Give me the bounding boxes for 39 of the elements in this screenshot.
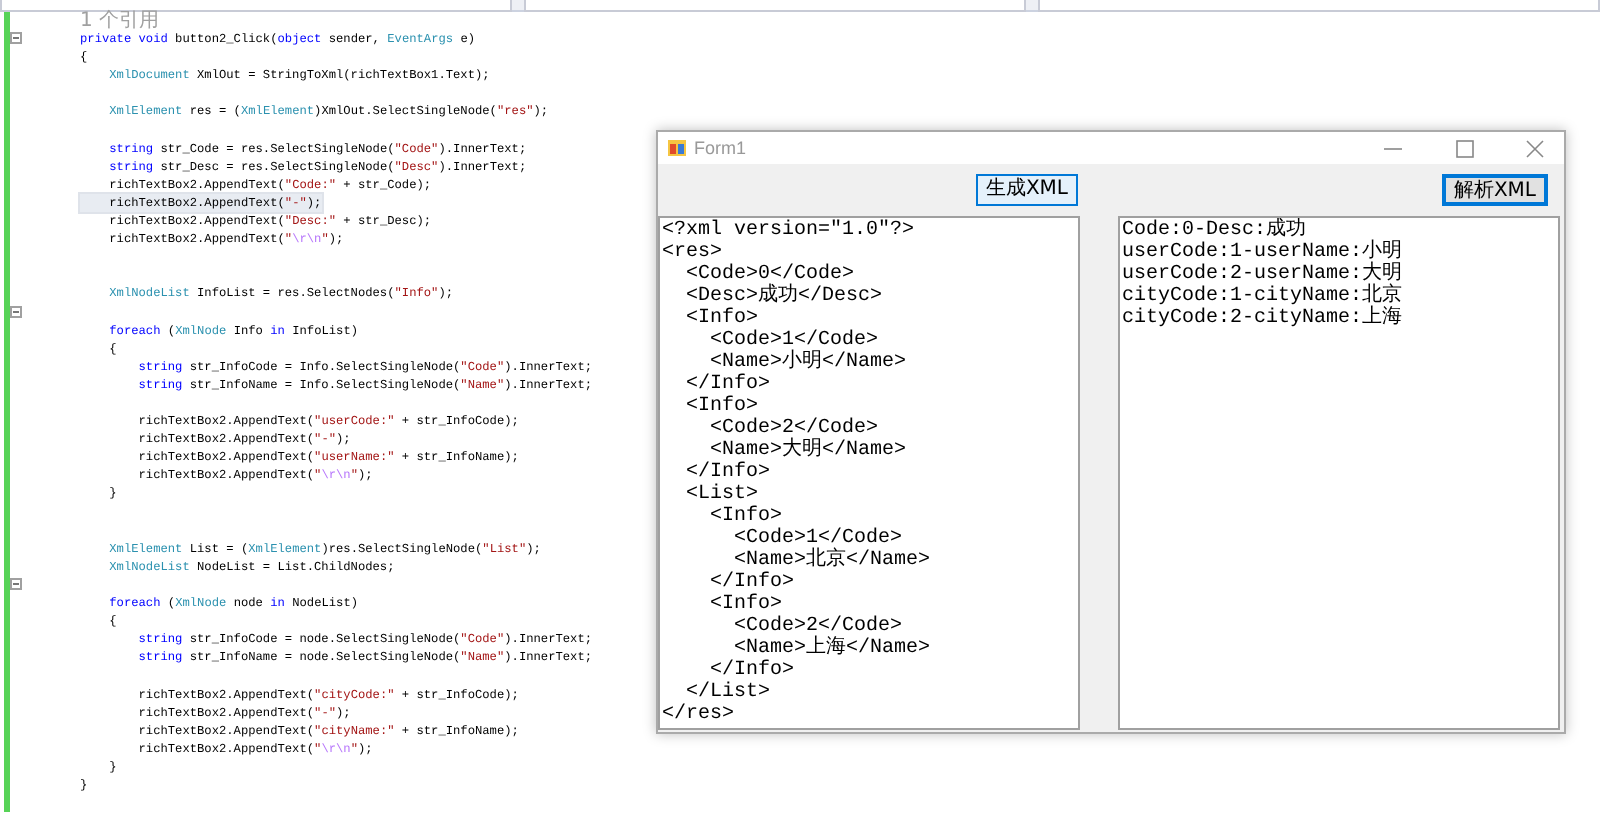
text-line: <Code>2</Code>	[708, 418, 879, 440]
text-line: </Info>	[684, 462, 771, 484]
close-icon[interactable]	[1526, 139, 1544, 157]
collapse-icon[interactable]	[10, 305, 22, 318]
text-line: userCode:2-userName:大明	[1122, 264, 1403, 286]
text-line: <Code>0</Code>	[684, 264, 855, 286]
text-line: <Info>	[684, 308, 759, 330]
rich-text-box[interactable]	[658, 216, 1080, 730]
collapse-icon[interactable]	[10, 32, 22, 45]
text-line: <Info>	[684, 396, 759, 418]
text-line: <Code>2</Code>	[732, 616, 903, 638]
text-line: <List>	[684, 484, 759, 506]
text-line: userCode:1-userName:小明	[1122, 242, 1403, 264]
text-line: cityCode:2-cityName:上海	[1122, 308, 1403, 330]
text-line: Code:0-Desc:成功	[1122, 220, 1307, 242]
text-line: <Code>1</Code>	[708, 330, 879, 352]
rich-text-box[interactable]: Code:0-Desc:成功 userCode:1-userName:小明 userCode:2-userName:大明 cityCode:1-cityName:北京 cityCode:2-cityName:上海	[1118, 216, 1560, 730]
text-line: <Name>小明</Name>	[710, 352, 907, 374]
text-line: <?xml version="1.0"?>	[662, 220, 915, 242]
window-title: Form1	[694, 138, 749, 158]
text-line: <res>	[662, 242, 723, 264]
text-line: <Info>	[708, 506, 783, 528]
text-line: </Info>	[710, 660, 795, 682]
text-line: </Info>	[708, 572, 795, 594]
text-line: cityCode:1-cityName:北京	[1122, 286, 1403, 308]
text-line: <Name>上海</Name>	[734, 638, 931, 660]
generate-xml-button[interactable]: 生成XML	[975, 174, 1078, 206]
text-line: <Code>1</Code>	[732, 528, 903, 550]
text-line: <Name>北京</Name>	[734, 550, 931, 572]
text-line: <Desc>成功</Desc>	[684, 286, 883, 308]
form-icon	[668, 140, 686, 156]
text-line: </List>	[686, 682, 771, 704]
maximize-icon[interactable]	[1455, 139, 1473, 157]
text-line: <Name>大明</Name>	[710, 440, 907, 462]
text-line: </res>	[662, 704, 735, 726]
collapse-icon[interactable]	[10, 577, 22, 590]
parse-xml-button[interactable]: 解析XML	[1441, 174, 1548, 206]
text-line: </Info>	[684, 374, 771, 396]
text-line: <Info>	[708, 594, 783, 616]
